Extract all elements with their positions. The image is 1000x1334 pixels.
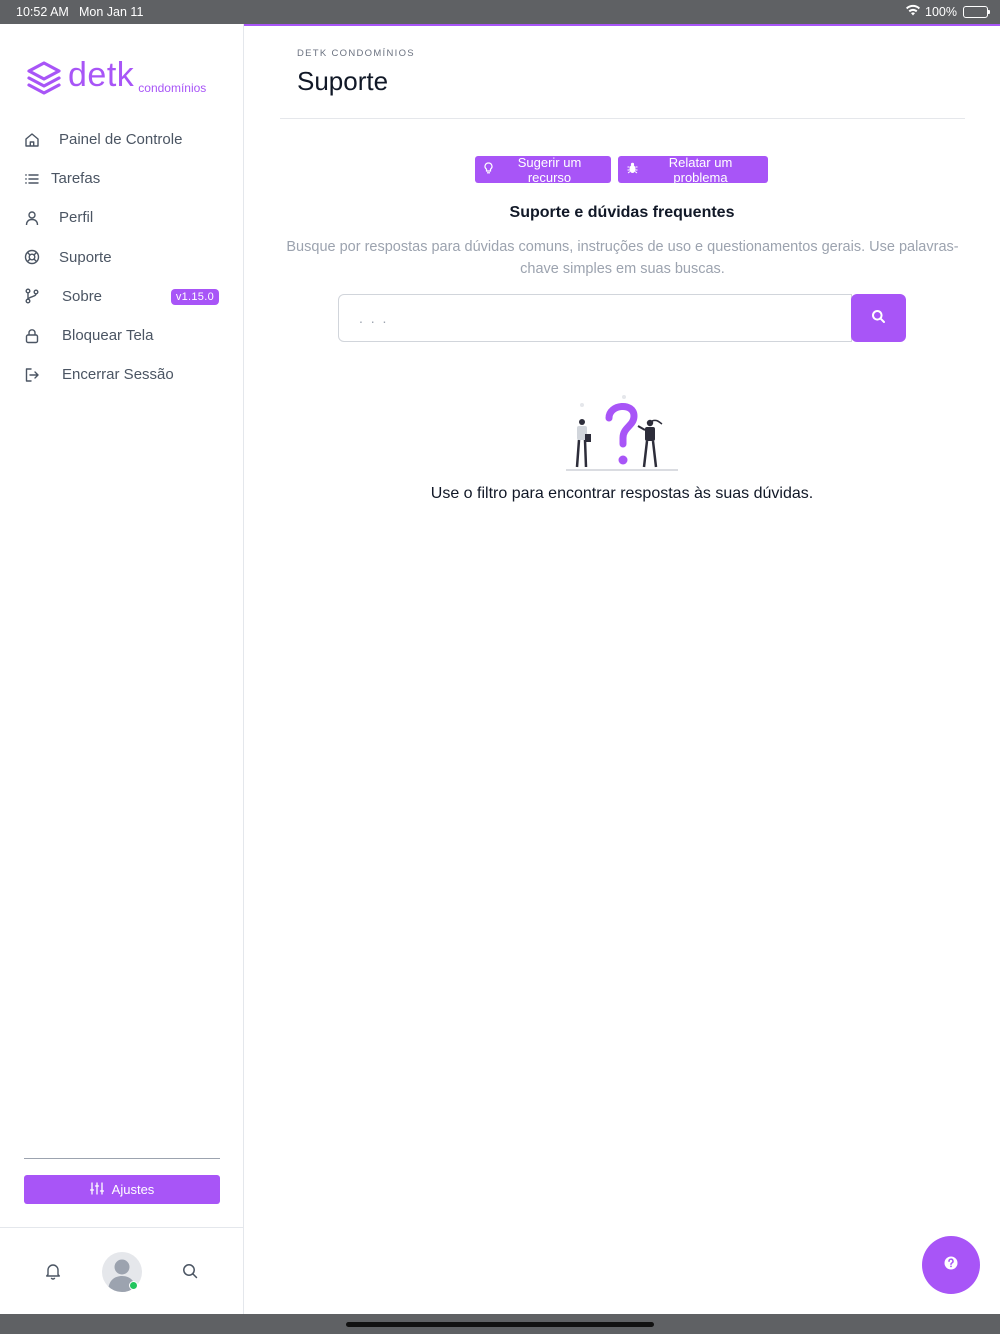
status-bar: 10:52 AM Mon Jan 11 100% <box>0 0 1000 24</box>
breadcrumb: DETK CONDOMÍNIOS <box>297 48 415 59</box>
battery-icon <box>963 5 990 18</box>
home-icon <box>24 132 40 148</box>
faq-section-title: Suporte e dúvidas frequentes <box>509 204 735 221</box>
empty-state-text: Use o filtro para encontrar respostas às… <box>430 485 814 502</box>
sidebar-item-label: Tarefas <box>51 170 101 188</box>
help-button[interactable] <box>922 1236 980 1294</box>
search-icon[interactable] <box>181 1262 199 1285</box>
question-illustration <box>566 395 678 471</box>
sidebar-item-label: Bloquear Tela <box>62 327 154 345</box>
brand-sub: condomínios <box>138 81 207 95</box>
sidebar-footer <box>0 1227 243 1314</box>
search-icon <box>871 309 886 327</box>
lifebuoy-icon <box>24 249 40 265</box>
settings-button[interactable]: Ajustes <box>24 1175 220 1204</box>
sidebar-item-sobre[interactable]: Sobre v1.15.0 <box>0 277 243 316</box>
sidebar-item-label: Painel de Controle <box>59 131 183 149</box>
main-content: DETK CONDOMÍNIOS Suporte Sugerir um recu… <box>244 26 1000 1314</box>
sidebar-item-encerrar[interactable]: Encerrar Sessão <box>0 355 243 394</box>
sidebar-item-tarefas[interactable]: Tarefas <box>0 159 243 198</box>
bug-icon <box>627 162 638 177</box>
sidebar-item-label: Perfil <box>59 209 94 227</box>
lightbulb-icon <box>484 162 493 177</box>
bell-icon[interactable] <box>44 1262 62 1285</box>
wifi-icon <box>905 4 921 19</box>
sidebar-item-suporte[interactable]: Suporte <box>0 238 243 277</box>
page-title: Suporte <box>297 66 389 96</box>
sidebar-item-perfil[interactable]: Perfil <box>0 198 243 237</box>
version-badge: v1.15.0 <box>170 288 219 305</box>
header-divider <box>280 118 965 119</box>
sidebar-item-label: Sobre <box>62 287 103 305</box>
suggest-feature-button[interactable]: Sugerir um recurso <box>475 154 611 185</box>
battery-percent: 100% <box>925 4 957 19</box>
support-actions: Sugerir um recurso Relatar um problema <box>475 154 768 185</box>
report-problem-button[interactable]: Relatar um problema <box>618 154 768 185</box>
git-branch-icon <box>24 288 40 304</box>
status-right: 100% <box>905 4 990 19</box>
suggest-feature-label: Sugerir um recurso <box>517 154 582 185</box>
brand-logo[interactable]: detk condomínios <box>26 58 206 98</box>
settings-label: Ajustes <box>111 1182 155 1197</box>
logout-icon <box>24 367 40 383</box>
sliders-icon <box>89 1181 104 1198</box>
sidebar-item-label: Suporte <box>59 248 112 266</box>
sidebar-nav: Painel de Controle Tarefas Perfil Suport… <box>0 120 243 394</box>
list-icon <box>24 171 40 187</box>
report-problem-label: Relatar um problema <box>668 154 733 185</box>
sidebar: detk condomínios Painel de Controle Tare… <box>0 24 244 1314</box>
status-date: Mon Jan 11 <box>79 5 144 19</box>
sidebar-divider <box>24 1158 220 1159</box>
sidebar-item-label: Encerrar Sessão <box>62 366 174 384</box>
user-icon <box>24 210 40 226</box>
sidebar-item-painel[interactable]: Painel de Controle <box>0 120 243 159</box>
sidebar-item-bloquear[interactable]: Bloquear Tela <box>0 316 243 355</box>
faq-section-description: Busque por respostas para dúvidas comuns… <box>286 239 959 277</box>
online-status-dot <box>129 1281 138 1290</box>
faq-search <box>338 294 906 342</box>
question-circle-icon <box>944 1256 958 1275</box>
brand-name: detk <box>68 56 135 94</box>
faq-search-button[interactable] <box>851 294 906 342</box>
home-indicator-area <box>0 1314 1000 1334</box>
status-time: 10:52 AM <box>16 5 69 19</box>
faq-search-input[interactable] <box>338 294 852 342</box>
home-indicator[interactable] <box>346 1322 654 1327</box>
lock-icon <box>24 328 40 344</box>
layers-logo-icon <box>27 61 61 95</box>
